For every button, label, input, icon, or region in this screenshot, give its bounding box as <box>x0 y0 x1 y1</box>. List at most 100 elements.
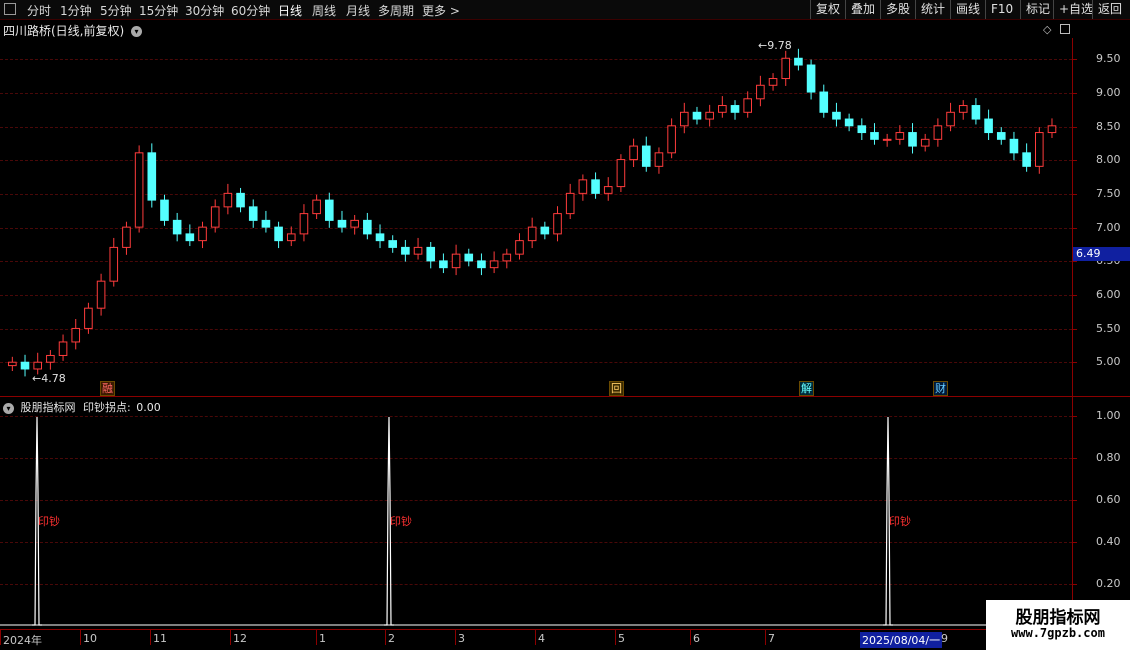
candle-body <box>806 64 816 93</box>
candle-body <box>882 138 892 141</box>
period-tab-60min[interactable]: 60分钟 <box>231 2 270 19</box>
candle-body <box>1035 132 1044 167</box>
date-label: 12 <box>233 632 247 645</box>
finance-event-tag[interactable]: 财 <box>933 381 948 396</box>
statistics-button[interactable]: 统计 <box>915 0 950 19</box>
arrow-left-icon: ← <box>758 39 768 52</box>
candle-body <box>401 246 410 255</box>
unlock-event-tag[interactable]: 解 <box>799 381 814 396</box>
candle-body <box>71 327 81 343</box>
date-label: 2024年 <box>3 634 42 647</box>
date-label: 1 <box>319 632 326 645</box>
price-tick: 9.50 <box>1096 52 1121 65</box>
date-label: 2 <box>388 632 395 645</box>
candle-body <box>489 260 499 269</box>
candle-body <box>553 213 562 235</box>
period-tab-5min[interactable]: 5分钟 <box>100 2 132 19</box>
draw-line-button[interactable]: 画线 <box>950 0 985 19</box>
candle-body <box>578 179 588 194</box>
date-label: 11 <box>153 632 167 645</box>
signal-label: 印钞 <box>38 515 60 528</box>
candle-body <box>286 233 296 242</box>
f10-button[interactable]: F10 <box>985 0 1018 19</box>
period-tab-30min[interactable]: 30分钟 <box>185 2 224 19</box>
window-menu-button[interactable] <box>4 3 16 15</box>
cursor-date-label: 2025/08/04/一 <box>860 632 943 648</box>
date-label: 6 <box>693 632 700 645</box>
diamond-icon[interactable]: ◇ <box>1043 23 1051 36</box>
multi-stock-button[interactable]: 多股 <box>880 0 915 19</box>
candle-body <box>794 57 803 66</box>
candle-body <box>198 226 207 242</box>
candle-body <box>299 213 309 235</box>
watermark-title: 股朋指标网 <box>1015 608 1101 628</box>
period-tab-intraday[interactable]: 分时 <box>27 2 51 19</box>
candlestick-chart <box>8 48 1057 377</box>
price-tick: 6.00 <box>1096 288 1121 301</box>
candle-body <box>540 226 550 235</box>
candle-body <box>603 186 613 194</box>
price-tick: 7.50 <box>1096 187 1121 200</box>
candle-body <box>718 105 727 113</box>
candle-body <box>946 111 955 127</box>
period-toolbar: 分时 1分钟 5分钟 15分钟 30分钟 60分钟 日线 周线 月线 多周期 更… <box>0 0 1130 20</box>
candle-body <box>147 152 157 201</box>
candle-body <box>667 125 676 154</box>
candle-body <box>477 260 486 269</box>
candle-body <box>958 105 968 113</box>
period-tab-weekly[interactable]: 周线 <box>312 2 336 19</box>
candle-body <box>426 246 436 262</box>
candle-body <box>363 219 372 235</box>
date-label: 5 <box>618 632 625 645</box>
candle-body <box>705 111 714 120</box>
period-tab-daily[interactable]: 日线 <box>278 2 302 19</box>
candle-body <box>96 280 106 309</box>
price-tick: 9.00 <box>1096 86 1121 99</box>
chevron-right-icon: > <box>449 4 460 18</box>
arrow-left-icon: ← <box>32 372 42 385</box>
price-tick: 5.00 <box>1096 355 1121 368</box>
margin-event-tag[interactable]: 融 <box>100 381 115 396</box>
overlay-button[interactable]: 叠加 <box>845 0 880 19</box>
date-label: 10 <box>83 632 97 645</box>
chevron-down-icon[interactable]: ▾ <box>131 26 143 37</box>
candle-body <box>134 152 144 228</box>
period-tab-monthly[interactable]: 月线 <box>346 2 370 19</box>
more-label: 更多 <box>422 4 447 18</box>
candle-body <box>692 111 702 120</box>
indicator-chart <box>0 416 1072 626</box>
signal-label: 印钞 <box>390 515 412 528</box>
candle-body <box>616 159 626 188</box>
period-tab-1min[interactable]: 1分钟 <box>60 2 92 19</box>
candle-body <box>908 132 917 147</box>
candle-body <box>1009 138 1019 154</box>
candle-body <box>895 132 905 140</box>
period-tab-multi[interactable]: 多周期 <box>378 2 414 19</box>
indicator-tick: 0.20 <box>1096 577 1121 590</box>
candle-body <box>350 219 359 228</box>
period-tab-15min[interactable]: 15分钟 <box>139 2 178 19</box>
mark-button[interactable]: 标记 <box>1020 0 1055 19</box>
low-price-label: 4.78 <box>41 372 66 385</box>
candle-body <box>337 219 347 228</box>
more-menu-button[interactable]: 更多 > <box>422 2 460 19</box>
candle-body <box>654 152 664 167</box>
candle-body <box>274 226 283 242</box>
panel-toggle-icon[interactable] <box>1060 24 1070 34</box>
candle-body <box>325 199 334 221</box>
candle-body <box>984 118 993 134</box>
current-price-badge: 6.49 <box>1073 247 1130 261</box>
candle-body <box>870 132 879 140</box>
candle-body <box>236 192 245 208</box>
candle-body <box>185 233 195 242</box>
candle-body <box>375 233 385 242</box>
adjust-button[interactable]: 复权 <box>810 0 845 19</box>
candle-body <box>413 246 423 255</box>
candle-body <box>223 192 233 208</box>
date-label: 3 <box>458 632 465 645</box>
candle-body <box>58 341 68 356</box>
review-event-tag[interactable]: 回 <box>609 381 624 396</box>
back-button[interactable]: 返回 <box>1092 0 1127 19</box>
candle-body <box>933 125 943 140</box>
candle-body <box>768 78 778 86</box>
